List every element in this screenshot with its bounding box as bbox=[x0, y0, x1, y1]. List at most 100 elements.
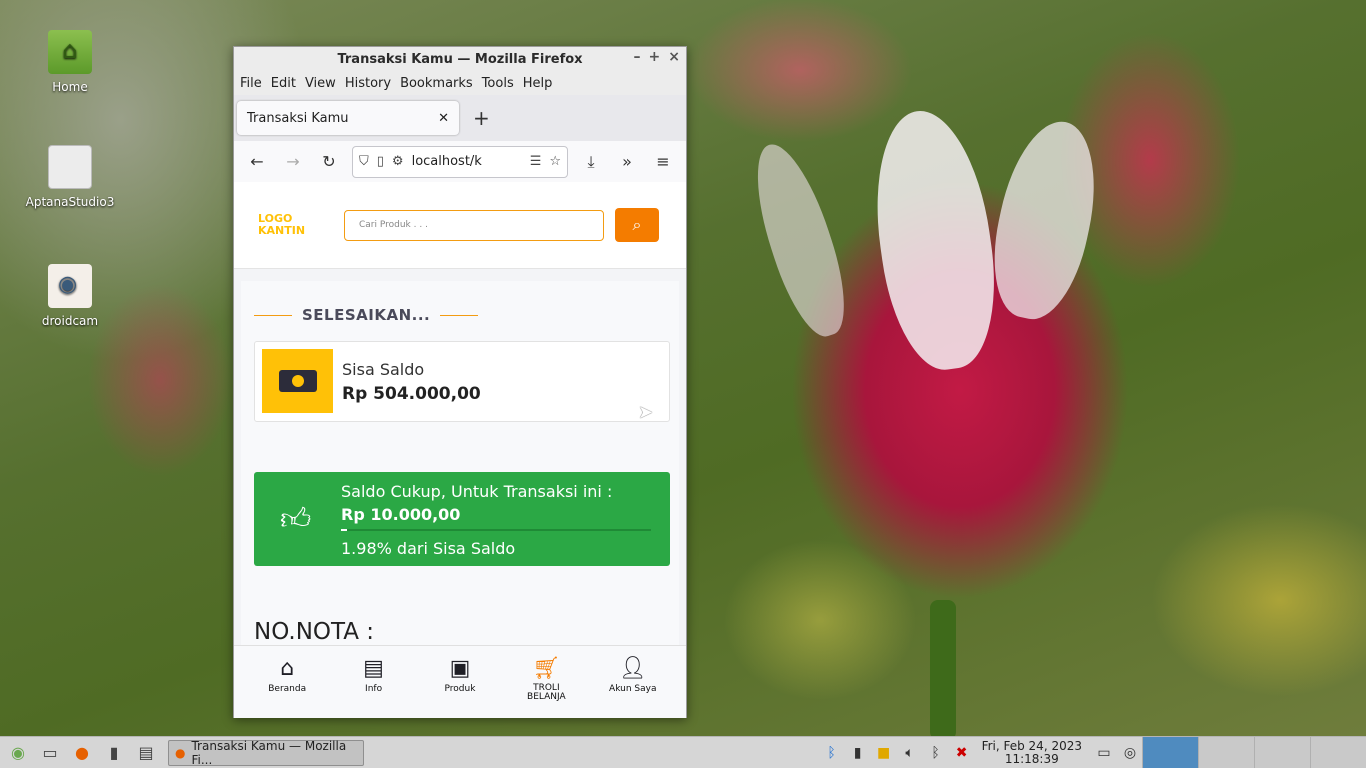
nav-label: Produk bbox=[444, 684, 476, 694]
web-page: LOGO KANTIN Cari Produk . . . ⌕ SELESAIK… bbox=[234, 182, 686, 718]
balance-card: Sisa Saldo Rp 504.000,00 bbox=[254, 341, 670, 422]
sufficient-label: Saldo Cukup, Untuk Transaksi ini : bbox=[341, 482, 613, 501]
desktop-icon-home[interactable]: Home bbox=[20, 30, 120, 94]
menu-edit[interactable]: Edit bbox=[271, 76, 296, 91]
user-icon: 👤︎ bbox=[618, 656, 647, 681]
search-placeholder: Cari Produk . . . bbox=[359, 220, 428, 230]
aptana-icon bbox=[48, 145, 92, 189]
newspaper-icon: ▤ bbox=[363, 656, 384, 681]
mouse-cursor-icon: ➤ bbox=[638, 402, 654, 423]
taskbar-window-label: Transaksi Kamu — Mozilla Fi... bbox=[191, 738, 347, 767]
desktop-icon-label: Home bbox=[52, 80, 88, 94]
sufficient-balance-card: 👍︎ Saldo Cukup, Untuk Transaksi ini : Rp… bbox=[254, 472, 670, 566]
thumbs-up-icon: 👍︎ bbox=[280, 502, 312, 537]
balance-label: Sisa Saldo bbox=[342, 360, 425, 379]
workspace-3[interactable] bbox=[1254, 737, 1310, 768]
clock[interactable]: Fri, Feb 24, 2023 11:18:39 bbox=[982, 740, 1082, 766]
tab-strip: Transaksi Kamu ✕ + bbox=[234, 95, 686, 141]
workspace-2[interactable] bbox=[1198, 737, 1254, 768]
minimize-icon[interactable]: – bbox=[634, 49, 641, 65]
downloads-icon[interactable]: ⤓ bbox=[578, 152, 604, 172]
mint-menu-icon[interactable]: ◉ bbox=[4, 741, 32, 765]
nav-label: TROLI BELANJA bbox=[527, 683, 566, 702]
permissions-icon[interactable]: ⚙ bbox=[392, 154, 404, 169]
url-bar[interactable]: ⛉ ▯ ⚙ localhost/k ☰ ☆ bbox=[352, 145, 568, 178]
nav-produk[interactable]: ▣ Produk bbox=[420, 646, 500, 718]
nav-info[interactable]: ▤ Info bbox=[334, 646, 414, 718]
window-titlebar[interactable]: Transaksi Kamu — Mozilla Firefox – + × bbox=[234, 47, 686, 71]
workspace-1[interactable] bbox=[1142, 737, 1198, 768]
firefox-window: Transaksi Kamu — Mozilla Firefox – + × F… bbox=[233, 46, 687, 718]
desktop-icon-droidcam[interactable]: droidcam bbox=[20, 264, 120, 328]
hamburger-menu-icon[interactable]: ≡ bbox=[650, 152, 676, 171]
reader-view-icon[interactable]: ☰ bbox=[530, 154, 542, 169]
site-logo[interactable]: LOGO KANTIN bbox=[258, 213, 344, 237]
desktop-icon-aptana[interactable]: AptanaStudio3 bbox=[20, 145, 120, 209]
menu-help[interactable]: Help bbox=[523, 76, 553, 91]
terminal-icon[interactable]: ▮ bbox=[100, 741, 128, 765]
menu-bookmarks[interactable]: Bookmarks bbox=[400, 76, 473, 91]
search-input[interactable]: Cari Produk . . . bbox=[344, 209, 604, 241]
transaction-amount: Rp 10.000,00 bbox=[341, 505, 461, 524]
bluetooth-icon[interactable]: ᛒ bbox=[820, 742, 844, 764]
firefox-icon: ● bbox=[175, 745, 186, 760]
clock-time: 11:18:39 bbox=[1004, 752, 1059, 766]
desktop-icon-label: droidcam bbox=[41, 314, 99, 328]
nav-troli-belanja[interactable]: 🛒︎ TROLI BELANJA bbox=[506, 646, 586, 718]
window-title: Transaksi Kamu — Mozilla Firefox bbox=[337, 51, 583, 67]
back-icon[interactable]: ← bbox=[244, 152, 270, 171]
nav-label: Akun Saya bbox=[609, 684, 657, 694]
menu-view[interactable]: View bbox=[305, 76, 336, 91]
section-title-text: SELESAIKAN... bbox=[302, 306, 431, 324]
maximize-icon[interactable]: + bbox=[649, 49, 661, 65]
menu-bar: File Edit View History Bookmarks Tools H… bbox=[234, 71, 686, 95]
nav-label: Beranda bbox=[268, 684, 307, 694]
url-text[interactable]: localhost/k bbox=[412, 154, 522, 169]
new-tab-icon[interactable]: + bbox=[473, 106, 490, 130]
search-icon: ⌕ bbox=[632, 215, 642, 234]
site-header: LOGO KANTIN Cari Produk . . . ⌕ bbox=[234, 182, 686, 269]
forward-icon[interactable]: → bbox=[280, 152, 306, 171]
usage-progress-bar bbox=[341, 529, 651, 531]
menu-history[interactable]: History bbox=[345, 76, 391, 91]
taskbar: ◉ ▭ ● ▮ ▤ ● Transaksi Kamu — Mozilla Fi.… bbox=[0, 736, 1366, 768]
network-signal-icon[interactable]: ▮ bbox=[846, 742, 870, 764]
invoice-number-label: NO.NOTA : bbox=[254, 619, 375, 645]
show-desktop-icon[interactable]: ▭ bbox=[36, 741, 64, 765]
nav-beranda[interactable]: ⌂ Beranda bbox=[247, 646, 327, 718]
navigation-toolbar: ← → ↻ ⛉ ▯ ⚙ localhost/k ☰ ☆ ⤓ » ≡ bbox=[234, 141, 686, 183]
close-tab-icon[interactable]: ✕ bbox=[438, 111, 449, 126]
workspace-4[interactable] bbox=[1310, 737, 1366, 768]
balance-value: Rp 504.000,00 bbox=[342, 384, 481, 404]
checkout-content: SELESAIKAN... Sisa Saldo Rp 504.000,00 👍… bbox=[241, 281, 679, 661]
tab-title: Transaksi Kamu bbox=[247, 110, 349, 126]
archive-box-icon: ▣ bbox=[449, 656, 471, 681]
nav-label: Info bbox=[365, 684, 383, 694]
cart-icon: 🛒︎ bbox=[532, 656, 561, 681]
overflow-icon[interactable]: » bbox=[614, 152, 640, 171]
usage-progress-fill bbox=[341, 529, 348, 531]
search-button[interactable]: ⌕ bbox=[615, 208, 659, 242]
home-folder-icon bbox=[48, 30, 92, 74]
page-icon[interactable]: ▯ bbox=[377, 154, 384, 169]
droidcam-eye-icon bbox=[48, 264, 92, 308]
battery-icon[interactable]: ▭ bbox=[1092, 742, 1116, 764]
menu-file[interactable]: File bbox=[240, 76, 262, 91]
power-icon[interactable]: ◎ bbox=[1118, 742, 1142, 764]
tab-transaksi[interactable]: Transaksi Kamu ✕ bbox=[237, 101, 459, 135]
file-manager-icon[interactable]: ▤ bbox=[132, 741, 160, 765]
reload-icon[interactable]: ↻ bbox=[316, 152, 342, 171]
notes-icon[interactable]: ■ bbox=[872, 742, 896, 764]
volume-icon[interactable]: 🔈︎ bbox=[898, 742, 922, 764]
bookmark-star-icon[interactable]: ☆ bbox=[549, 154, 561, 169]
menu-tools[interactable]: Tools bbox=[482, 76, 514, 91]
usage-percent-text: 1.98% dari Sisa Saldo bbox=[341, 539, 516, 558]
bluetooth-status-icon[interactable]: ᛒ bbox=[924, 742, 948, 764]
taskbar-window-button[interactable]: ● Transaksi Kamu — Mozilla Fi... bbox=[168, 738, 364, 767]
logo-line-2: KANTIN bbox=[258, 224, 306, 237]
update-error-icon[interactable]: ✖ bbox=[950, 742, 974, 764]
shield-icon[interactable]: ⛉ bbox=[359, 154, 369, 169]
firefox-launcher-icon[interactable]: ● bbox=[68, 741, 96, 765]
nav-akun-saya[interactable]: 👤︎ Akun Saya bbox=[593, 646, 673, 718]
close-window-icon[interactable]: × bbox=[668, 49, 680, 65]
